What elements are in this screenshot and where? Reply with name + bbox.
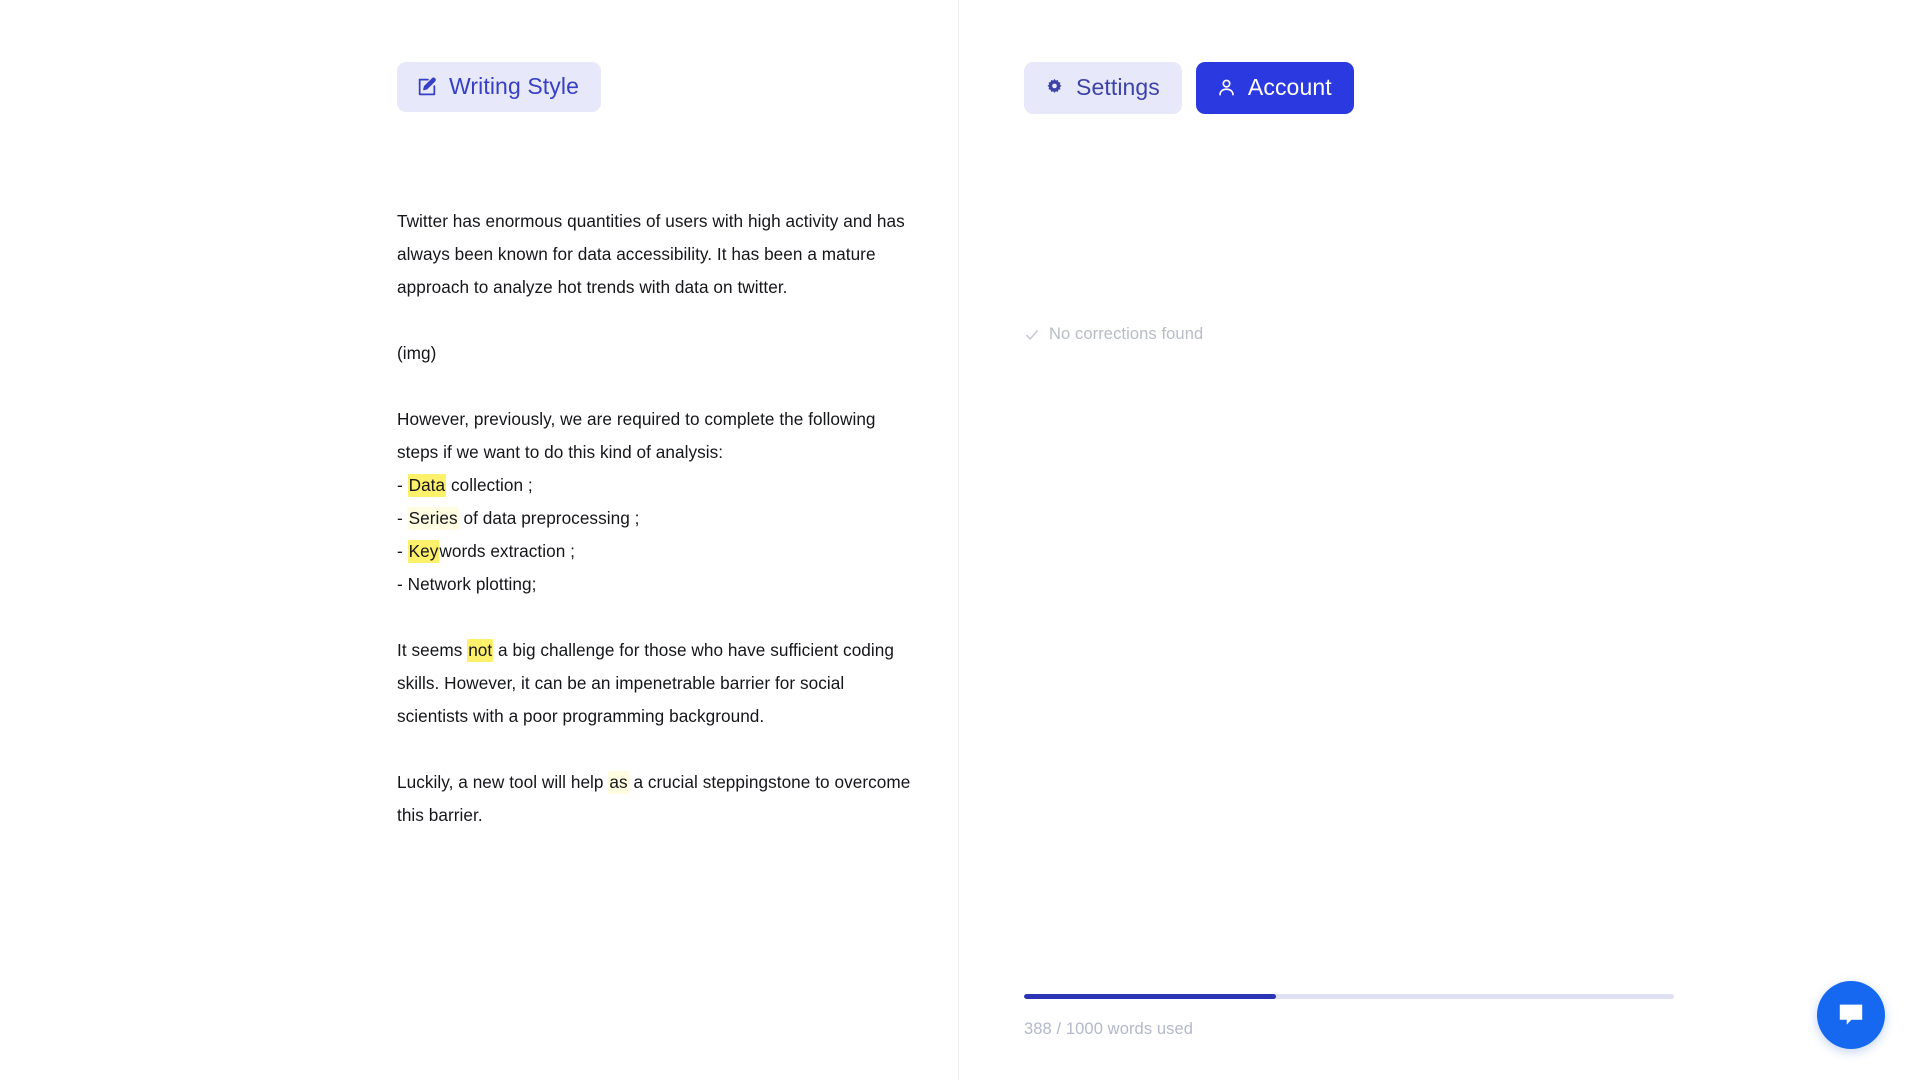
list-item: - Series of data preprocessing ; xyxy=(397,502,917,535)
list-item: - Network plotting; xyxy=(397,568,917,601)
gear-icon xyxy=(1044,77,1065,98)
user-icon xyxy=(1216,77,1237,98)
sidebar-toolbar: Settings Account xyxy=(1024,62,1354,114)
check-icon xyxy=(1024,327,1040,343)
usage-label: 388 / 1000 words used xyxy=(1024,1020,1194,1038)
paragraph-text: Luckily, a new tool will help xyxy=(397,772,609,792)
usage-progress-bar xyxy=(1024,994,1674,999)
edit-pen-icon xyxy=(416,76,438,98)
chat-button[interactable] xyxy=(1817,981,1885,1049)
list-bullet: - xyxy=(397,508,408,528)
account-label: Account xyxy=(1247,74,1332,100)
sidebar-pane: Settings Account No corrections found 38… xyxy=(959,0,1920,1080)
list-item-text: collection ; xyxy=(446,475,533,495)
settings-label: Settings xyxy=(1076,74,1160,100)
highlighted-term[interactable]: Series xyxy=(407,507,459,530)
chat-bubble-icon xyxy=(1835,999,1867,1031)
list-bullet: - xyxy=(397,541,408,561)
word-usage-section: 388 / 1000 words used xyxy=(1024,994,1674,1039)
highlighted-term[interactable]: Data xyxy=(407,474,447,497)
document-body[interactable]: Twitter has enormous quantities of users… xyxy=(397,205,917,832)
writing-style-label: Writing Style xyxy=(449,73,579,99)
highlighted-term[interactable]: not xyxy=(467,639,494,662)
highlighted-term[interactable]: Key xyxy=(407,540,440,563)
image-placeholder: (img) xyxy=(397,343,437,363)
corrections-status: No corrections found xyxy=(1024,325,1203,344)
paragraph-text: It seems xyxy=(397,640,468,660)
paragraph-steps-intro: However, previously, we are required to … xyxy=(397,409,876,462)
list-bullet: - xyxy=(397,475,408,495)
editor-toolbar: Writing Style xyxy=(397,62,601,112)
paragraph-challenge: It seems not a big challenge for those w… xyxy=(397,634,917,733)
paragraph-conclusion: Luckily, a new tool will help as a cruci… xyxy=(397,766,917,832)
paragraph-intro: Twitter has enormous quantities of users… xyxy=(397,211,905,297)
settings-button[interactable]: Settings xyxy=(1024,62,1182,114)
highlighted-term[interactable]: as xyxy=(608,771,629,794)
list-item: - Data collection ; xyxy=(397,469,917,502)
app-root: Writing Style Twitter has enormous quant… xyxy=(0,0,1920,1080)
list-item: - Keywords extraction ; xyxy=(397,535,917,568)
usage-progress-fill xyxy=(1024,994,1277,999)
writing-style-button[interactable]: Writing Style xyxy=(397,62,601,112)
list-item-text: words extraction ; xyxy=(439,541,575,561)
list-item-text: Network plotting; xyxy=(407,574,537,594)
account-button[interactable]: Account xyxy=(1195,62,1354,114)
list-item-text: of data preprocessing ; xyxy=(458,508,640,528)
editor-pane: Writing Style Twitter has enormous quant… xyxy=(0,0,959,1080)
list-bullet: - xyxy=(397,574,408,594)
corrections-message: No corrections found xyxy=(1049,325,1204,343)
